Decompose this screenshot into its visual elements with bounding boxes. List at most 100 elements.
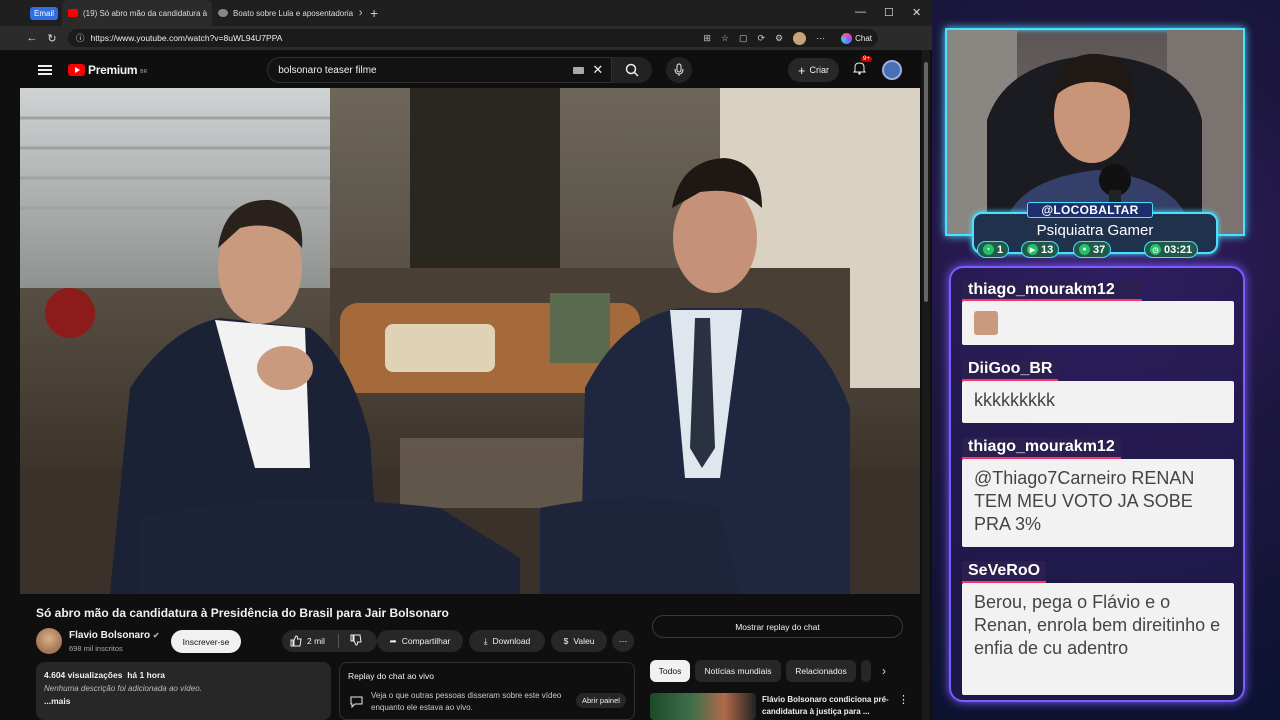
recommended-title[interactable]: Flávio Bolsonaro condiciona pré-candidat… [762, 694, 897, 718]
dislike-button[interactable] [350, 634, 362, 648]
avatar[interactable] [882, 60, 902, 80]
play-icon: ▶ [1027, 244, 1038, 255]
tab-youtube[interactable]: (19) Só abro mão da candidatura à ✕ [62, 0, 213, 26]
chip-all[interactable]: Todos [650, 660, 690, 682]
logo-region: BR [140, 69, 148, 75]
chat-username: thiago_mourakm12 [962, 437, 1121, 459]
chip-world-news[interactable]: Notícias mundiais [695, 660, 781, 682]
address-bar-row: ← ↻ ⓘ https://www.youtube.com/watch?v=8u… [0, 26, 932, 50]
emote-image [974, 311, 998, 335]
scroll-thumb[interactable] [924, 62, 928, 302]
video-frame [20, 88, 920, 594]
eye-icon: ● [1079, 244, 1090, 255]
url-field[interactable]: ⓘ https://www.youtube.com/watch?v=8uWL94… [68, 29, 878, 47]
more-actions-button[interactable]: ⋯ [612, 630, 634, 652]
page-scrollbar[interactable] [922, 50, 930, 720]
chat-overlay: thiago_mourakm12 DiiGoo_BR kkkkkkkkk thi… [949, 266, 1245, 702]
close-icon[interactable]: ✕ [358, 8, 362, 19]
extensions-icon[interactable]: ⚙ [775, 33, 783, 44]
bell-icon [852, 61, 867, 75]
chat-message: Berou, pega o Flávio e o Renan, enrola b… [962, 583, 1234, 695]
chat-username: DiiGoo_BR [962, 359, 1059, 381]
more-link[interactable]: ...mais [44, 696, 323, 706]
chat-username: SeVeRoO [962, 561, 1047, 583]
chat-message [962, 301, 1234, 345]
menu-icon[interactable] [38, 63, 52, 77]
video-player[interactable] [20, 88, 920, 594]
posted-time: há 1 hora [127, 670, 165, 680]
tab-boato[interactable]: Boato sobre Lula e aposentadoria ✕ [212, 0, 362, 26]
download-label: Download [492, 636, 531, 646]
create-label: Criar [809, 65, 830, 75]
apps-icon[interactable]: ⊞ [703, 33, 711, 44]
back-icon[interactable]: ← [22, 32, 42, 44]
search-button[interactable] [612, 57, 653, 83]
chat-label: Chat [855, 33, 872, 43]
search-input[interactable]: bolsonaro teaser filme ✕ [267, 57, 613, 83]
chat-bubble-icon [350, 695, 363, 713]
recommended-thumbnail[interactable] [650, 693, 756, 720]
search-value: bolsonaro teaser filme [278, 64, 377, 76]
tab-bar: Email (19) Só abro mão da candidatura à … [0, 0, 932, 26]
more-icon[interactable]: ⋯ [816, 33, 825, 44]
youtube-logo[interactable]: Premium BR [68, 63, 147, 77]
profile-icon[interactable] [793, 31, 807, 45]
youtube-icon [68, 9, 79, 17]
chat-replay-card: Replay do chat ao vivo Veja o que outras… [339, 662, 635, 720]
like-button[interactable]: 2 mil [290, 635, 325, 647]
maximize-icon[interactable]: ☐ [884, 6, 894, 19]
download-button[interactable]: ⤓ Download [469, 630, 545, 652]
kebab-menu-icon[interactable]: ⋮ [898, 693, 909, 706]
browser-window: Email (19) Só abro mão da candidatura à … [0, 0, 932, 720]
video-title: Só abro mão da candidatura à Presidência… [36, 606, 449, 620]
copilot-chat-button[interactable]: Chat [841, 32, 872, 44]
thumbs-up-icon [290, 635, 302, 647]
streamer-handle: @LOCOBALTAR [1027, 202, 1153, 218]
description-text: Nenhuma descrição foi adicionada ao víde… [44, 684, 202, 693]
show-chat-replay-button[interactable]: Mostrar replay do chat [652, 615, 903, 638]
copilot-icon [841, 32, 853, 44]
new-tab-button[interactable]: + [370, 5, 378, 21]
channel-avatar[interactable] [36, 628, 62, 654]
split-icon[interactable]: ▢ [739, 33, 748, 44]
refresh-icon[interactable]: ↻ [42, 32, 62, 45]
minimize-icon[interactable]: — [855, 6, 866, 18]
open-panel-button[interactable]: Abrir painel [576, 693, 626, 708]
verified-icon: ✔ [152, 631, 160, 640]
email-badge[interactable]: Email [30, 6, 59, 20]
microphone-icon [674, 63, 684, 76]
channel-name[interactable]: Flavio Bolsonaro ✔ [69, 630, 160, 641]
stat-viewers: ● 37 [1073, 241, 1112, 258]
sync-icon[interactable]: ⟳ [757, 33, 765, 44]
like-dislike-group: 2 mil [282, 630, 377, 652]
stat-youtube-value: 13 [1041, 243, 1054, 256]
close-window-icon[interactable]: ✕ [912, 6, 921, 19]
notifications-button[interactable]: 9+ [852, 55, 872, 80]
info-icon[interactable]: ⓘ [76, 32, 85, 44]
chip-more[interactable] [861, 660, 871, 682]
subscriber-count: 698 mil inscritos [69, 644, 123, 653]
share-button[interactable]: ➦ Compartilhar [377, 630, 463, 652]
youtube-play-icon [68, 64, 85, 76]
stat-chat: ▪ 1 [977, 241, 1010, 258]
stat-viewers-value: 37 [1093, 243, 1106, 256]
clock-icon: ◷ [1150, 244, 1161, 255]
star-icon[interactable]: ☆ [721, 33, 729, 44]
chat-message: @Thiago7Carneiro RENAN TEM MEU VOTO JA S… [962, 459, 1234, 547]
thanks-label: Valeu [573, 636, 595, 646]
download-icon: ⤓ [483, 635, 488, 646]
description-box[interactable]: 4.604 visualizações há 1 hora Nenhuma de… [36, 662, 331, 720]
chip-related[interactable]: Relacionados [786, 660, 856, 682]
clear-search-icon[interactable]: ✕ [592, 62, 603, 78]
voice-search-button[interactable] [666, 57, 693, 83]
subscribe-button[interactable]: Inscrever-se [171, 630, 241, 653]
chevron-right-icon[interactable]: › [882, 664, 886, 678]
more-icon: ⋯ [618, 635, 628, 646]
streamer-subtitle: Psiquiatra Gamer [1036, 222, 1154, 239]
logo-text: Premium [88, 63, 138, 77]
tab-label: Boato sobre Lula e aposentadoria [233, 8, 354, 18]
share-icon: ➦ [389, 635, 397, 646]
thanks-button[interactable]: $ Valeu [551, 630, 607, 652]
create-button[interactable]: + Criar [787, 58, 839, 82]
keyboard-icon[interactable] [573, 66, 585, 74]
